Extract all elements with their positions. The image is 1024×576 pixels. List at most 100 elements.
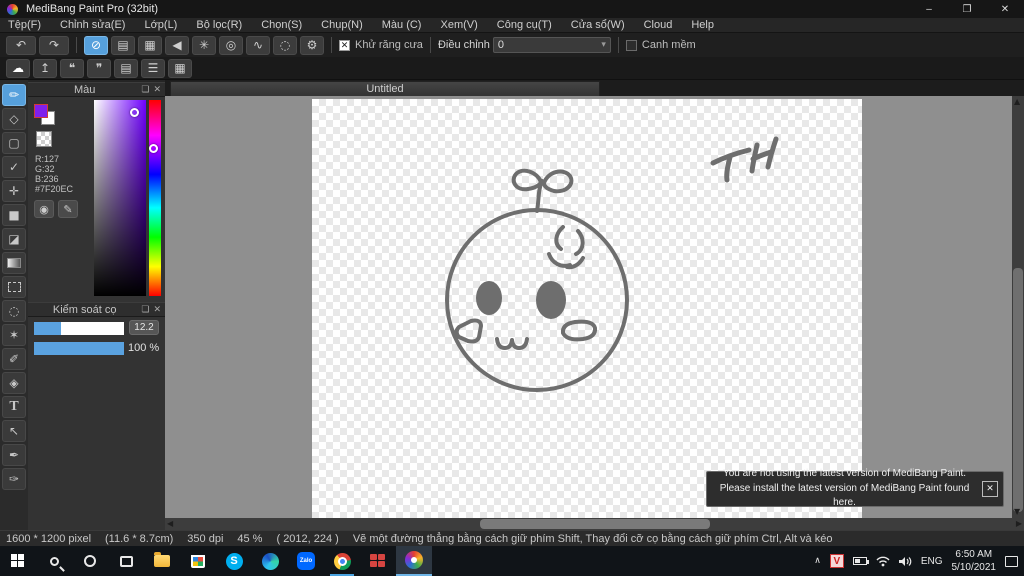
- menu-select[interactable]: Chọn(S): [261, 19, 302, 31]
- close-button[interactable]: ✕: [986, 0, 1024, 18]
- menu-layer[interactable]: Lớp(L): [144, 19, 177, 31]
- foreground-color-swatch[interactable]: [34, 104, 48, 118]
- restore-button[interactable]: ❐: [948, 0, 986, 18]
- scroll-left-icon[interactable]: ◀: [167, 518, 173, 530]
- menu-cloud[interactable]: Cloud: [644, 19, 673, 31]
- soft-edge-checkbox[interactable]: [626, 40, 637, 51]
- operation-tool-icon[interactable]: ↖: [2, 420, 26, 442]
- microsoft-store-button[interactable]: [180, 546, 216, 576]
- brush-shape-none-icon[interactable]: ⊘: [84, 36, 108, 55]
- brush-shape-rings-icon[interactable]: ◎: [219, 36, 243, 55]
- comment-bubble-icon[interactable]: ❝: [60, 59, 84, 78]
- canvas-viewport[interactable]: You are not using the latest version of …: [165, 96, 1012, 518]
- snap-tool-icon[interactable]: ✓: [2, 156, 26, 178]
- brush-shape-crosshatch-icon[interactable]: ▦: [138, 36, 162, 55]
- shape-frame-tool-icon[interactable]: ▢: [2, 132, 26, 154]
- select-rect-tool-icon[interactable]: [2, 276, 26, 298]
- eraser-tool-icon[interactable]: ◇: [2, 108, 26, 130]
- clock[interactable]: 6:50 AM 5/10/2021: [952, 548, 997, 574]
- horizontal-scroll-thumb[interactable]: [480, 519, 710, 529]
- cortana-button[interactable]: [72, 546, 108, 576]
- menu-view[interactable]: Xem(V): [440, 19, 477, 31]
- select-pen-tool-icon[interactable]: ✐: [2, 348, 26, 370]
- minimize-button[interactable]: –: [910, 0, 948, 18]
- palette-edit-icon[interactable]: ✎: [58, 200, 78, 218]
- brush-shape-dashed-circle-icon[interactable]: ◌: [273, 36, 297, 55]
- popout-icon[interactable]: ❏: [141, 305, 149, 315]
- cloud-icon[interactable]: ☁: [6, 59, 30, 78]
- popout-icon[interactable]: ❏: [141, 85, 149, 95]
- menu-edit[interactable]: Chỉnh sửa(E): [60, 19, 125, 31]
- battery-icon[interactable]: [853, 557, 867, 565]
- vertical-scroll-thumb[interactable]: [1013, 268, 1023, 512]
- edge-button[interactable]: [252, 546, 288, 576]
- vertical-scrollbar[interactable]: ▲ ▼: [1012, 96, 1024, 518]
- brush-size-slider[interactable]: [34, 322, 124, 335]
- antialias-checkbox[interactable]: ✕: [339, 40, 350, 51]
- brush-shape-lines-icon[interactable]: ▤: [111, 36, 135, 55]
- document-tab[interactable]: Untitled: [170, 81, 600, 96]
- palette-icon[interactable]: ◉: [34, 200, 54, 218]
- language-indicator[interactable]: ENG: [921, 556, 943, 567]
- menu-file[interactable]: Tệp(F): [8, 19, 41, 31]
- chat-panel-icon[interactable]: ❞: [87, 59, 111, 78]
- lasso-tool-icon[interactable]: ◌: [2, 300, 26, 322]
- close-icon[interactable]: ✕: [153, 85, 161, 95]
- wifi-icon[interactable]: [876, 556, 890, 567]
- magic-wand-tool-icon[interactable]: ✶: [2, 324, 26, 346]
- brush-opacity-slider[interactable]: [34, 342, 124, 355]
- undo-button[interactable]: ↶: [6, 36, 36, 55]
- medibang-taskbar-button[interactable]: [396, 546, 432, 576]
- menu-snap[interactable]: Chụp(N): [321, 19, 363, 31]
- upload-icon[interactable]: ↥: [33, 59, 57, 78]
- hue-slider[interactable]: [149, 100, 161, 296]
- list-panel-icon[interactable]: ☰: [141, 59, 165, 78]
- select-eraser-tool-icon[interactable]: ◈: [2, 372, 26, 394]
- brush-tool-icon[interactable]: ✏: [2, 84, 26, 106]
- speaker-icon[interactable]: [899, 556, 912, 567]
- horizontal-scrollbar[interactable]: ◀ ▶: [165, 518, 1024, 530]
- ruler-pen-tool-icon[interactable]: ✑: [2, 468, 26, 490]
- close-icon[interactable]: ✕: [153, 305, 161, 315]
- zalo-button[interactable]: Zalo: [288, 546, 324, 576]
- action-center-icon[interactable]: [1005, 556, 1018, 567]
- menu-tools[interactable]: Công cụ(T): [497, 19, 552, 31]
- fill-shape-tool-icon[interactable]: ■: [2, 204, 26, 226]
- taskbar-search-button[interactable]: [36, 546, 72, 576]
- bucket-tool-icon[interactable]: ◪: [2, 228, 26, 250]
- menu-help[interactable]: Help: [691, 19, 714, 31]
- brush-shape-triangle-icon[interactable]: ◀: [165, 36, 189, 55]
- skype-button[interactable]: S: [216, 546, 252, 576]
- transparent-color-swatch[interactable]: [36, 131, 52, 147]
- brush-shape-curve-icon[interactable]: ∿: [246, 36, 270, 55]
- redo-button[interactable]: ↷: [39, 36, 69, 55]
- menu-window[interactable]: Cửa sổ(W): [571, 19, 625, 31]
- start-button[interactable]: [0, 546, 36, 576]
- table-edit-icon[interactable]: ▦: [168, 59, 192, 78]
- chrome-button[interactable]: [324, 546, 360, 576]
- correction-dropdown[interactable]: 0 ▾: [493, 37, 611, 53]
- gradient-tool-icon[interactable]: [2, 252, 26, 274]
- scroll-up-icon[interactable]: ▲: [1014, 96, 1020, 108]
- drawing-layer[interactable]: [165, 96, 1012, 518]
- scroll-right-icon[interactable]: ▶: [1016, 518, 1022, 530]
- sv-marker[interactable]: [130, 108, 139, 117]
- tray-v-app-icon[interactable]: V: [830, 554, 844, 568]
- brush-settings-gear-icon[interactable]: ⚙: [300, 36, 324, 55]
- brush-size-value[interactable]: 12.2: [129, 320, 159, 335]
- menu-color[interactable]: Màu (C): [382, 19, 422, 31]
- notification-close-icon[interactable]: ✕: [982, 481, 998, 497]
- tray-chevron-icon[interactable]: ∧: [814, 556, 821, 566]
- text-tool-icon[interactable]: T: [2, 396, 26, 418]
- saturation-value-picker[interactable]: [94, 100, 146, 296]
- hue-marker[interactable]: [149, 144, 158, 153]
- move-tool-icon[interactable]: ✛: [2, 180, 26, 202]
- brush-shape-burst-icon[interactable]: ✳: [192, 36, 216, 55]
- task-view-button[interactable]: [108, 546, 144, 576]
- scroll-down-icon[interactable]: ▼: [1014, 506, 1020, 518]
- eyedropper-tool-icon[interactable]: ✒: [2, 444, 26, 466]
- document-icon[interactable]: ▤: [114, 59, 138, 78]
- file-explorer-button[interactable]: [144, 546, 180, 576]
- menu-filter[interactable]: Bộ lọc(R): [196, 19, 242, 31]
- network-app-button[interactable]: [360, 546, 396, 576]
